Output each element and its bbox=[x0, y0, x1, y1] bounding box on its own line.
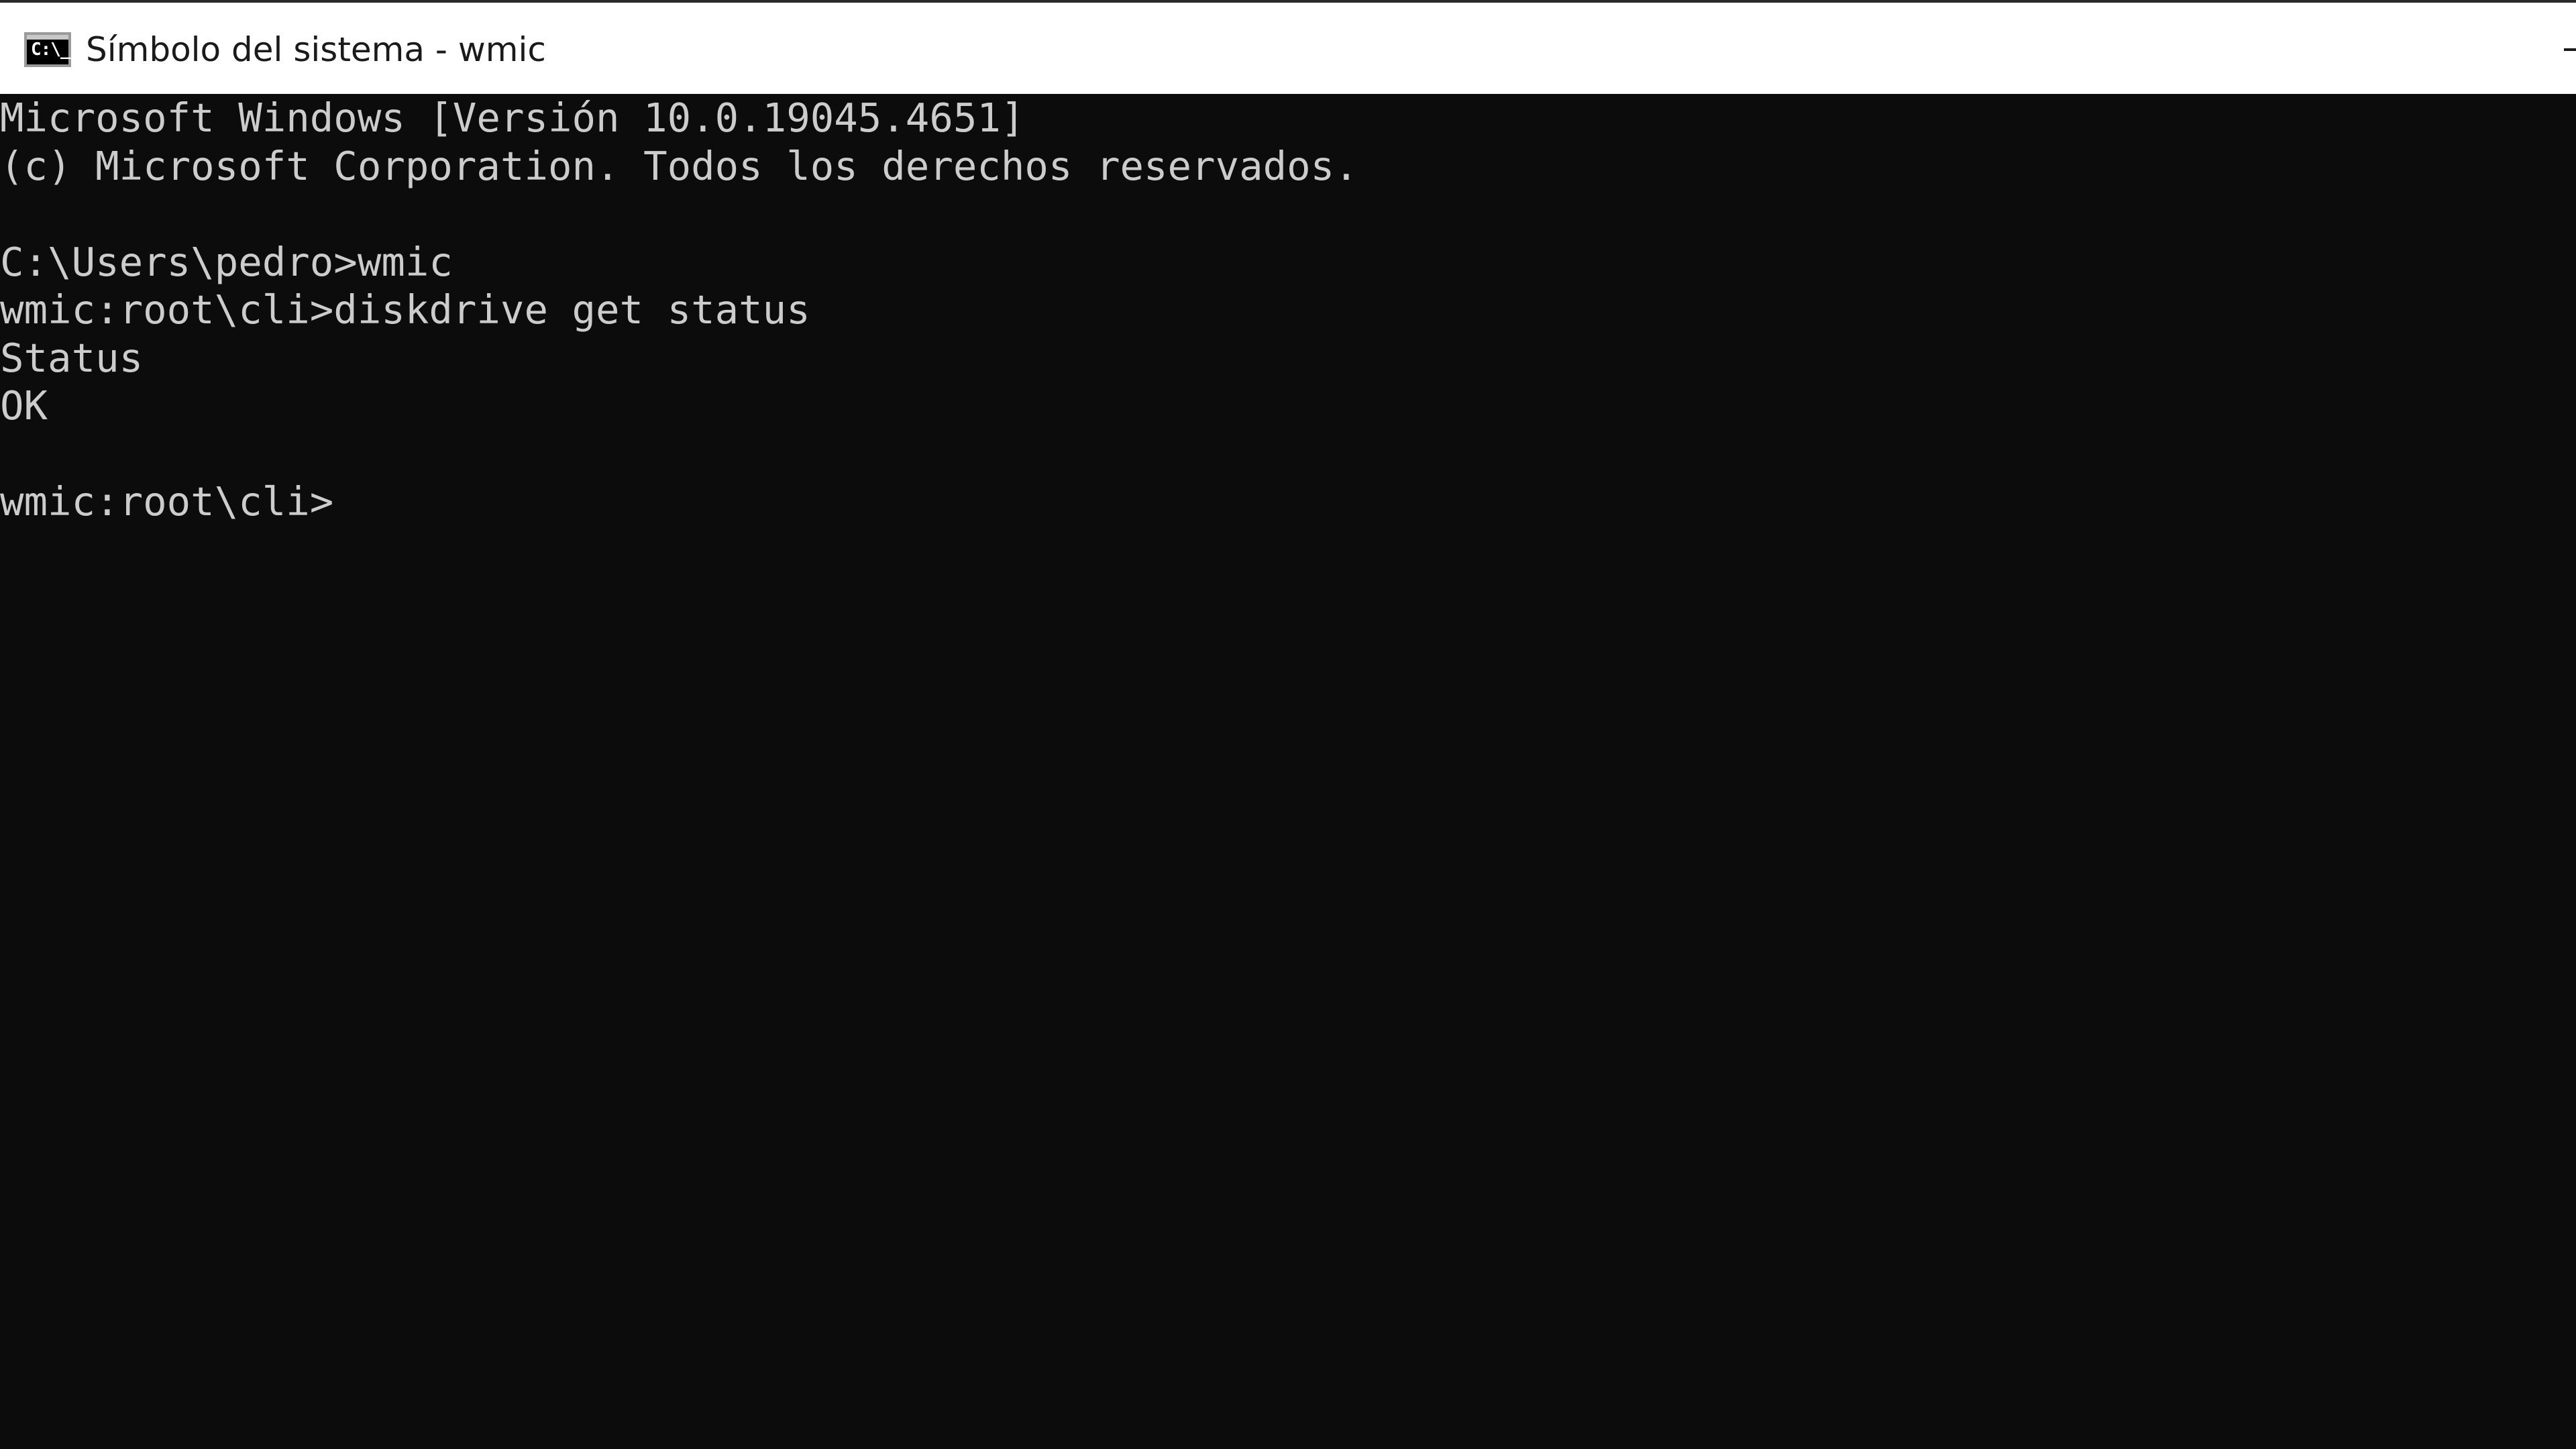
minimize-icon[interactable] bbox=[2564, 48, 2576, 51]
console-line-status-value: OK bbox=[0, 382, 48, 429]
command-prompt-icon[interactable]: C:\_ bbox=[24, 32, 71, 67]
command-prompt-window: C:\_ Símbolo del sistema - wmic Microsof… bbox=[0, 0, 2576, 1449]
icon-glyph: C:\_ bbox=[31, 40, 71, 60]
console-output[interactable]: Microsoft Windows [Versión 10.0.19045.46… bbox=[0, 94, 2576, 1449]
title-bar[interactable]: C:\_ Símbolo del sistema - wmic bbox=[0, 0, 2576, 94]
console-line-copyright: (c) Microsoft Corporation. Todos los der… bbox=[0, 142, 1358, 189]
window-title: Símbolo del sistema - wmic bbox=[86, 30, 546, 69]
console-line-version: Microsoft Windows [Versión 10.0.19045.46… bbox=[0, 95, 1025, 141]
console-line-wmic-command: C:\Users\pedro>wmic bbox=[0, 238, 453, 285]
console-prompt[interactable]: wmic:root\cli> bbox=[0, 478, 2576, 526]
console-line-status-header: Status bbox=[0, 334, 144, 381]
icon-title-strip bbox=[27, 35, 68, 40]
console-line-diskdrive-command: wmic:root\cli>diskdrive get status bbox=[0, 286, 810, 333]
